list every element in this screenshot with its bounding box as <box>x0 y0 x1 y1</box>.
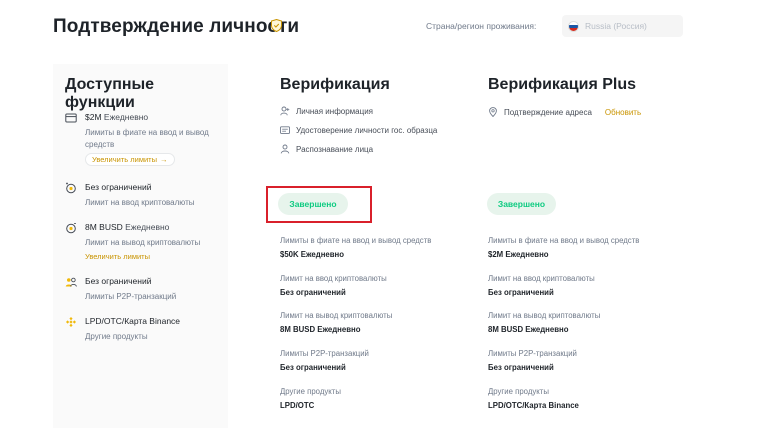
limit-label: Лимит на вывод криптовалюты <box>280 311 393 320</box>
feature-desc: Лимит на вывод криптовалюты <box>85 238 201 247</box>
location-pin-icon <box>489 107 497 117</box>
limit-label: Лимит на ввод криптовалюты <box>488 274 595 283</box>
feature-main: Без ограничений <box>85 182 152 192</box>
increase-limits-button[interactable]: Увеличить лимиты → <box>85 153 175 166</box>
available-features-panel: Доступные функции $2M Ежедневно Лимиты в… <box>53 64 228 428</box>
requirement-personal-info: Личная информация <box>280 106 373 116</box>
limit-label: Другие продукты <box>280 387 341 396</box>
limit-label: Лимиты P2P-транзакций <box>280 349 369 358</box>
limit-label: Другие продукты <box>488 387 549 396</box>
limit-label: Лимит на вывод криптовалюты <box>488 311 601 320</box>
available-features-title: Доступные функции <box>65 76 155 111</box>
feature-main: LPD/OTC/Карта Binance <box>85 316 181 326</box>
limit-value: LPD/OTC <box>280 401 315 410</box>
limit-value: 8M BUSD Ежедневно <box>488 325 569 334</box>
limit-value: Без ограничений <box>488 363 554 372</box>
feature-desc: Лимит на ввод криптовалюты <box>85 198 195 207</box>
card-icon <box>65 113 77 123</box>
region-value: Russia (Россия) <box>585 21 647 31</box>
limit-label: Лимиты в фиате на ввод и вывод средств <box>488 236 640 245</box>
feature-main: $2M Ежедневно <box>85 112 149 122</box>
requirement-id-document: Удостоверение личности гос. образца <box>280 125 437 135</box>
increase-limits-link[interactable]: Увеличить лимиты <box>85 252 150 261</box>
arrow-right-icon: → <box>160 155 168 164</box>
feature-main: 8M BUSD Ежедневно <box>85 222 170 232</box>
user-icon <box>280 106 290 116</box>
verification-plus-title: Верификация Plus <box>488 76 637 93</box>
limit-value: 8M BUSD Ежедневно <box>280 325 361 334</box>
crypto-deposit-icon <box>66 182 76 194</box>
verification-plus-status-badge: Завершено <box>487 193 556 215</box>
limit-value: $2M Ежедневно <box>488 250 549 259</box>
limit-label: Лимиты в фиате на ввод и вывод средств <box>280 236 432 245</box>
id-card-icon <box>280 126 290 134</box>
requirement-face-recognition: Распознавание лица <box>280 144 373 154</box>
update-address-link[interactable]: Обновить <box>605 108 641 117</box>
region-select[interactable]: Russia (Россия) <box>562 15 683 37</box>
feature-main: Без ограничений <box>85 276 152 286</box>
region-label: Страна/регион проживания: <box>426 21 537 31</box>
limit-value: Без ограничений <box>280 288 346 297</box>
shield-icon <box>271 19 282 32</box>
limit-label: Лимит на ввод криптовалюты <box>280 274 387 283</box>
crypto-withdraw-icon <box>66 223 76 234</box>
limit-value: $50K Ежедневно <box>280 250 345 259</box>
highlight-box <box>266 186 372 223</box>
requirement-address-proof: Подтверждение адреса Обновить <box>488 107 641 117</box>
feature-desc: Лимиты P2P-транзакций <box>85 292 177 301</box>
face-icon <box>280 144 290 154</box>
limit-value: Без ограничений <box>488 288 554 297</box>
page-title: Подтверждение личности <box>53 16 300 37</box>
feature-desc: Лимиты в фиате на ввод и вывод средств <box>85 128 209 149</box>
p2p-users-icon <box>65 277 77 287</box>
limit-value: LPD/OTC/Карта Binance <box>488 401 579 410</box>
limit-value: Без ограничений <box>280 363 346 372</box>
limit-label: Лимиты P2P-транзакций <box>488 349 577 358</box>
verification-title: Верификация <box>280 76 390 93</box>
feature-desc: Другие продукты <box>85 332 148 341</box>
russia-flag-icon <box>568 20 579 32</box>
binance-logo-icon <box>66 317 76 327</box>
